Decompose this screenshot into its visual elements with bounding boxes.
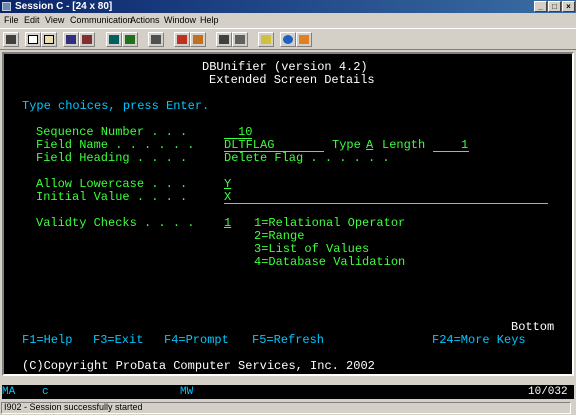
ma-indicator: MA <box>2 386 16 398</box>
menu-view[interactable]: View <box>45 13 64 27</box>
initial-value-label: Initial Value . . . . <box>36 190 188 204</box>
f3-exit-key[interactable]: F3=Exit <box>93 334 143 347</box>
menu-edit[interactable]: Edit <box>24 13 40 27</box>
print-screen-icon[interactable] <box>3 32 19 47</box>
globe-icon[interactable] <box>280 32 296 47</box>
copyright-text: (C)Copyright ProData Computer Services, … <box>22 359 375 373</box>
maximize-button[interactable]: □ <box>548 1 561 12</box>
field-heading-label: Field Heading . . . . <box>36 151 188 165</box>
stop-macro-icon[interactable] <box>216 32 232 47</box>
menu-window[interactable]: Window <box>164 13 196 27</box>
status-message: I902 - Session successfully started <box>4 402 143 412</box>
paste-icon[interactable] <box>41 32 57 47</box>
receive-icon[interactable] <box>79 32 95 47</box>
record-macro-icon[interactable] <box>174 32 190 47</box>
field-heading-value[interactable]: Delete Flag . . . . . . <box>224 152 390 165</box>
window-title-bar: Session C - [24 x 80] _ □ × <box>0 0 576 13</box>
clipboard-icon[interactable] <box>258 32 274 47</box>
instruction-text: Type choices, press Enter. <box>22 99 210 113</box>
cursor-position: 10/032 <box>528 386 568 398</box>
initial-value-underline <box>224 203 548 204</box>
session-indicator: c <box>42 386 49 398</box>
menu-bar: File Edit View Communication Actions Win… <box>0 13 576 27</box>
menu-actions[interactable]: Actions <box>130 13 160 27</box>
close-button[interactable]: × <box>562 1 575 12</box>
display-icon[interactable] <box>106 32 122 47</box>
f24-more-keys-key[interactable]: F24=More Keys <box>432 334 526 347</box>
copy-icon[interactable] <box>25 32 41 47</box>
keyboard-icon[interactable] <box>148 32 164 47</box>
play-macro-icon[interactable] <box>190 32 206 47</box>
validity-checks-label: Validty Checks . . . . <box>36 216 195 230</box>
menu-help[interactable]: Help <box>200 13 219 27</box>
minimize-button[interactable]: _ <box>534 1 547 12</box>
f4-prompt-key[interactable]: F4=Prompt <box>164 334 229 347</box>
menu-file[interactable]: File <box>4 13 19 27</box>
color-icon[interactable] <box>122 32 138 47</box>
validity-checks-field[interactable]: 1 <box>224 217 231 230</box>
screen-subtitle: Extended Screen Details <box>209 73 375 87</box>
edit-icon[interactable] <box>296 32 312 47</box>
f5-refresh-key[interactable]: F5=Refresh <box>252 334 324 347</box>
operator-info-area: MA c MW 10/032 <box>2 385 574 399</box>
terminal-screen[interactable]: DBUnifier (version 4.2) Extended Screen … <box>2 52 574 376</box>
initial-value-field[interactable]: X <box>224 191 231 204</box>
session-app-icon[interactable] <box>2 2 11 11</box>
customize-icon[interactable] <box>232 32 248 47</box>
window-title: Session C - [24 x 80] <box>15 1 113 12</box>
f1-help-key[interactable]: F1=Help <box>22 334 72 347</box>
menu-communication[interactable]: Communication <box>70 13 133 27</box>
status-bar: I902 - Session successfully started <box>0 400 576 415</box>
toolbar <box>0 28 576 50</box>
validity-option: 4=Database Validation <box>254 255 406 269</box>
mw-indicator: MW <box>180 386 194 398</box>
length-field[interactable]: 1 <box>461 139 468 152</box>
send-icon[interactable] <box>63 32 79 47</box>
